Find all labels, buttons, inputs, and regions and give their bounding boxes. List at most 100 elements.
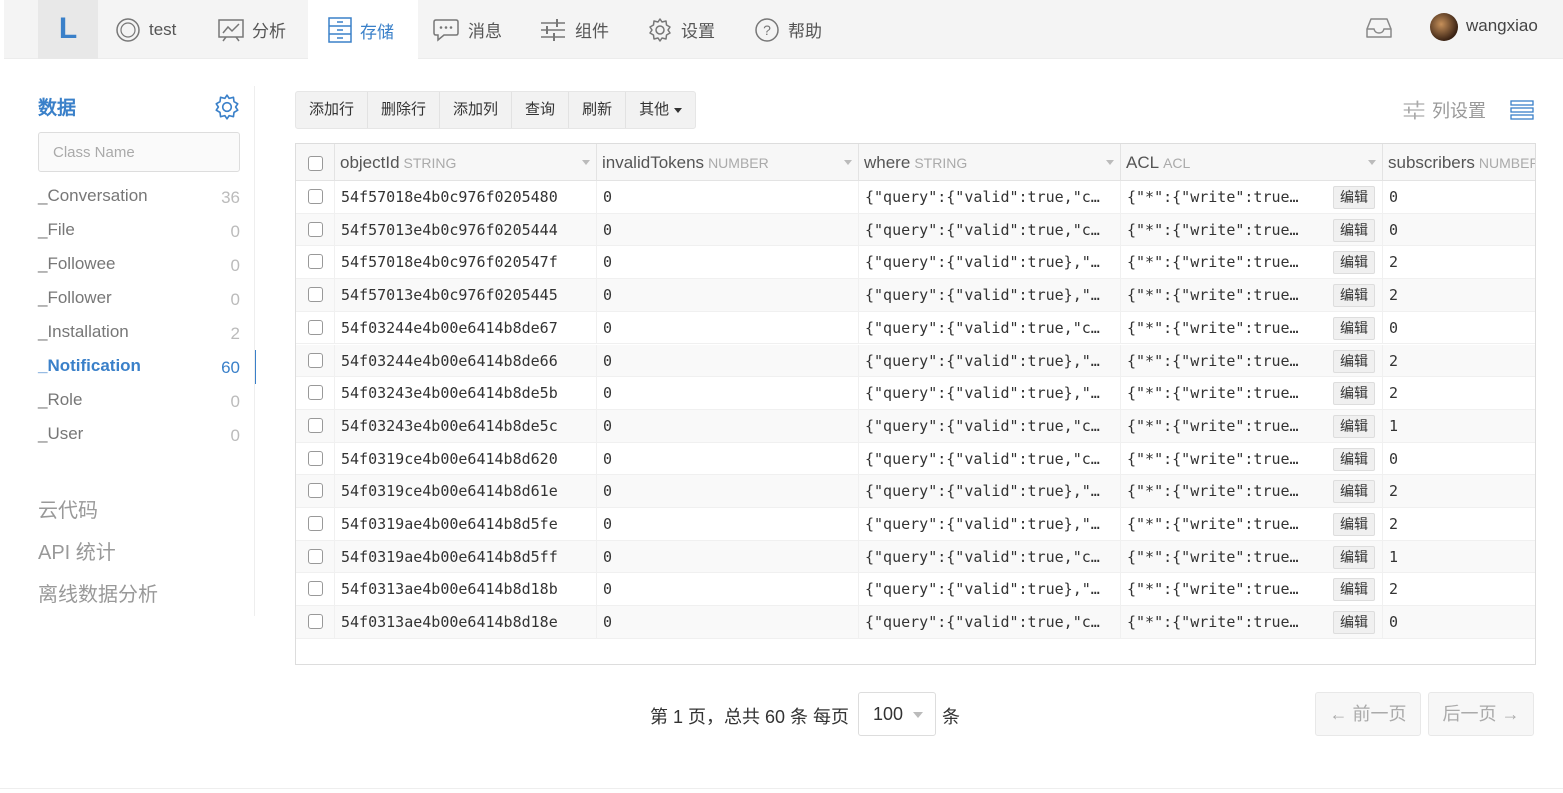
cell-subscribers[interactable]: 1	[1383, 410, 1535, 442]
table-row[interactable]: 54f57018e4b0c976f020547f 0 {"query":{"vali…	[296, 246, 1535, 280]
edit-acl-button[interactable]: 编辑	[1333, 414, 1375, 438]
edit-acl-button[interactable]: 编辑	[1333, 545, 1375, 569]
cell-objectid[interactable]: 54f03243e4b00e6414b8de5c	[335, 409, 597, 442]
cell-objectid[interactable]: 54f0319ce4b00e6414b8d61e	[335, 475, 597, 508]
nav-item-storage[interactable]: 存储	[308, 0, 418, 60]
table-row[interactable]: 54f57013e4b0c976f0205444 0 {"query":{"vali…	[296, 213, 1535, 247]
edit-acl-button[interactable]: 编辑	[1333, 480, 1375, 504]
cell-where[interactable]: {"query":{"valid":true,"c…	[859, 442, 1121, 475]
delete-row-button[interactable]: 删除行	[368, 92, 441, 128]
row-checkbox[interactable]	[308, 352, 323, 368]
page-size-select[interactable]: 100	[858, 692, 936, 736]
next-page-button[interactable]: 后一页 →	[1428, 692, 1534, 736]
query-button[interactable]: 查询	[512, 92, 570, 128]
table-row[interactable]: 54f03244e4b00e6414b8de67 0 {"query":{"vali…	[296, 311, 1535, 345]
username[interactable]: wangxiao	[1466, 16, 1538, 36]
edit-acl-button[interactable]: 编辑	[1333, 218, 1375, 242]
table-row[interactable]: 54f03243e4b00e6414b8de5c 0 {"query":{"vali…	[296, 409, 1535, 443]
cell-objectid[interactable]: 54f57013e4b0c976f0205445	[335, 279, 597, 312]
cell-where[interactable]: {"query":{"valid":true,"c…	[859, 311, 1121, 344]
row-checkbox[interactable]	[308, 385, 323, 401]
cell-subscribers[interactable]: 0	[1383, 312, 1535, 344]
row-checkbox[interactable]	[308, 287, 323, 303]
table-row[interactable]: 54f03244e4b00e6414b8de66 0 {"query":{"vali…	[296, 344, 1535, 378]
caret-down-icon[interactable]	[1106, 160, 1114, 165]
refresh-button[interactable]: 刷新	[569, 92, 627, 128]
class-item-file[interactable]: _File 0	[0, 214, 256, 248]
column-header-acl[interactable]: ACL ACL	[1121, 144, 1383, 181]
cell-invalidtokens[interactable]: 0	[597, 540, 859, 573]
cell-where[interactable]: {"query":{"valid":true},"…	[859, 246, 1121, 279]
other-dropdown-button[interactable]: 其他	[626, 92, 695, 128]
nav-item-messages[interactable]: 消息	[432, 0, 502, 59]
row-checkbox[interactable]	[308, 319, 323, 335]
cell-subscribers[interactable]: 2	[1383, 508, 1535, 540]
add-column-button[interactable]: 添加列	[440, 92, 513, 128]
cell-objectid[interactable]: 54f03243e4b00e6414b8de5b	[335, 377, 597, 410]
nav-item-settings[interactable]: 设置	[647, 0, 715, 59]
row-checkbox[interactable]	[308, 254, 323, 270]
table-row[interactable]: 54f0319ce4b00e6414b8d61e 0 {"query":{"vali…	[296, 475, 1535, 508]
cell-where[interactable]: {"query":{"valid":true,"c…	[859, 540, 1121, 573]
cell-objectid[interactable]: 54f0319ae4b00e6414b8d5fe	[335, 508, 597, 540]
edit-acl-button[interactable]: 编辑	[1333, 349, 1375, 373]
row-checkbox[interactable]	[308, 581, 323, 597]
class-item-installation[interactable]: _Installation 2	[0, 316, 256, 350]
class-item-notification[interactable]: _Notification 60	[0, 350, 256, 384]
edit-acl-button[interactable]: 编辑	[1333, 316, 1375, 340]
table-row[interactable]: 54f57018e4b0c976f0205480 0 {"query":{"vali…	[296, 181, 1535, 214]
api-stats-link[interactable]: API 统计	[38, 540, 158, 582]
cell-invalidtokens[interactable]: 0	[597, 573, 859, 606]
caret-down-icon[interactable]	[844, 160, 852, 165]
offline-analysis-link[interactable]: 离线数据分析	[38, 582, 158, 624]
edit-acl-button[interactable]: 编辑	[1333, 611, 1375, 635]
menu-icon[interactable]	[1510, 100, 1534, 120]
column-header-invalidtokens[interactable]: invalidTokens NUMBER	[597, 144, 859, 181]
edit-acl-button[interactable]: 编辑	[1333, 513, 1375, 536]
row-checkbox[interactable]	[308, 221, 323, 237]
table-row[interactable]: 54f0319ae4b00e6414b8d5fe 0 {"query":{"vali…	[296, 508, 1535, 541]
cell-subscribers[interactable]: 2	[1383, 573, 1535, 605]
cell-where[interactable]: {"query":{"valid":true},"…	[859, 508, 1121, 540]
nav-item-test[interactable]: test	[115, 0, 176, 59]
class-item-role[interactable]: _Role 0	[0, 384, 256, 418]
cell-subscribers[interactable]: 2	[1383, 475, 1535, 507]
cell-where[interactable]: {"query":{"valid":true},"…	[859, 344, 1121, 377]
cell-objectid[interactable]: 54f03244e4b00e6414b8de66	[335, 344, 597, 377]
row-checkbox[interactable]	[308, 189, 323, 204]
column-header-objectid[interactable]: objectId STRING	[335, 144, 597, 181]
edit-acl-button[interactable]: 编辑	[1333, 284, 1375, 308]
edit-acl-button[interactable]: 编辑	[1333, 186, 1375, 209]
cell-subscribers[interactable]: 1	[1383, 541, 1535, 573]
cell-invalidtokens[interactable]: 0	[597, 181, 859, 213]
table-row[interactable]: 54f57013e4b0c976f0205445 0 {"query":{"vali…	[296, 279, 1535, 312]
cell-where[interactable]: {"query":{"valid":true},"…	[859, 377, 1121, 410]
column-header-subscribers[interactable]: subscribers NUMBER	[1383, 144, 1535, 181]
table-row[interactable]: 54f0319ce4b00e6414b8d620 0 {"query":{"vali…	[296, 442, 1535, 476]
cell-where[interactable]: {"query":{"valid":true},"…	[859, 475, 1121, 508]
row-checkbox[interactable]	[308, 516, 323, 531]
cell-invalidtokens[interactable]: 0	[597, 344, 859, 377]
cell-invalidtokens[interactable]: 0	[597, 213, 859, 246]
cell-subscribers[interactable]: 2	[1383, 246, 1535, 278]
app-logo[interactable]: L	[38, 0, 98, 59]
cell-invalidtokens[interactable]: 0	[597, 311, 859, 344]
cell-subscribers[interactable]: 0	[1383, 606, 1535, 638]
cell-objectid[interactable]: 54f57018e4b0c976f0205480	[335, 181, 597, 213]
cell-objectid[interactable]: 54f0319ae4b00e6414b8d5ff	[335, 540, 597, 573]
cell-where[interactable]: {"query":{"valid":true},"…	[859, 573, 1121, 606]
row-checkbox[interactable]	[308, 417, 323, 433]
cell-invalidtokens[interactable]: 0	[597, 377, 859, 410]
cell-invalidtokens[interactable]: 0	[597, 606, 859, 639]
cell-invalidtokens[interactable]: 0	[597, 246, 859, 279]
caret-down-icon[interactable]	[582, 160, 590, 165]
cell-subscribers[interactable]: 0	[1383, 214, 1535, 246]
cell-where[interactable]: {"query":{"valid":true,"c…	[859, 213, 1121, 246]
select-all-checkbox[interactable]	[308, 156, 323, 172]
table-row[interactable]: 54f03243e4b00e6414b8de5b 0 {"query":{"vali…	[296, 377, 1535, 410]
row-checkbox[interactable]	[308, 614, 323, 630]
row-checkbox[interactable]	[308, 483, 323, 499]
table-row[interactable]: 54f0319ae4b00e6414b8d5ff 0 {"query":{"vali…	[296, 540, 1535, 574]
prev-page-button[interactable]: ← 前一页	[1315, 692, 1421, 736]
class-item-conversation[interactable]: _Conversation 36	[0, 180, 256, 214]
